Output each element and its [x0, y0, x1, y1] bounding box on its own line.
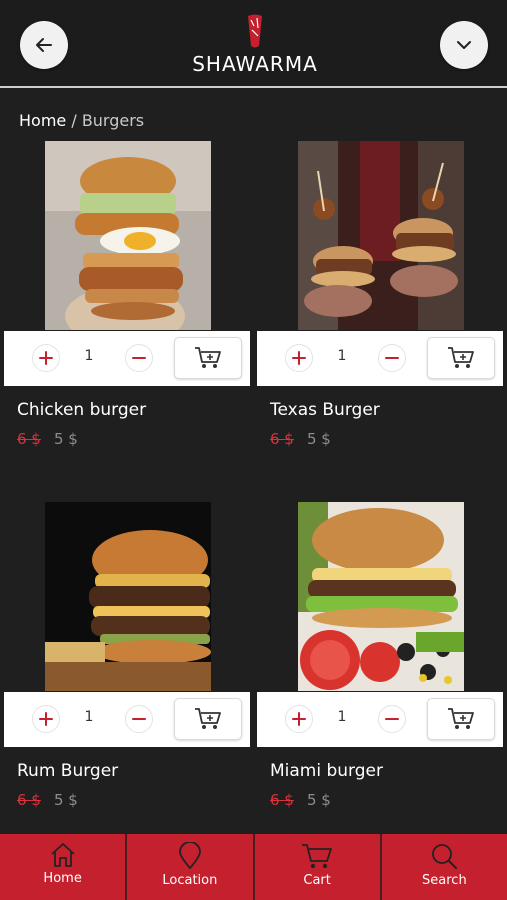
current-price: 5 $ [307, 791, 331, 809]
breadcrumb-separator: / [66, 111, 82, 130]
brand-logo: SHAWARMA [190, 14, 320, 76]
nav-item-location[interactable]: Location [127, 834, 255, 900]
quantity-value: 1 [337, 348, 347, 364]
decrease-quantity-button[interactable] [125, 344, 153, 372]
add-to-cart-button[interactable] [427, 698, 495, 740]
product-name: Texas Burger [270, 400, 380, 420]
product-name: Chicken burger [17, 400, 147, 420]
increase-quantity-button[interactable] [32, 344, 60, 372]
old-price: 6 $ [270, 791, 294, 809]
add-to-cart-button[interactable] [174, 337, 242, 379]
cart-add-icon [195, 347, 221, 368]
minus-icon [385, 357, 399, 359]
cart-add-icon [448, 708, 474, 729]
current-price: 5 $ [54, 791, 78, 809]
brand-name: SHAWARMA [192, 52, 318, 76]
minus-icon [132, 718, 146, 720]
plus-icon [292, 712, 306, 726]
current-price: 5 $ [307, 430, 331, 448]
minus-icon [132, 357, 146, 359]
plus-icon [39, 712, 53, 726]
back-button[interactable] [20, 21, 68, 69]
increase-quantity-button[interactable] [32, 705, 60, 733]
quantity-value: 1 [337, 709, 347, 725]
product-actions: 1 [4, 692, 250, 747]
product-image-rum-burger[interactable] [45, 502, 211, 691]
quantity-value: 1 [84, 709, 94, 725]
quantity-value: 1 [84, 348, 94, 364]
nav-item-cart[interactable]: Cart [255, 834, 382, 900]
location-pin-icon [178, 842, 201, 870]
home-icon [51, 843, 75, 867]
product-name: Miami burger [270, 761, 383, 781]
nav-label-cart: Cart [303, 873, 331, 888]
search-icon [432, 844, 458, 869]
bottom-navigation: Home Location Cart Search [0, 834, 507, 900]
breadcrumb-current: Burgers [81, 111, 145, 130]
decrease-quantity-button[interactable] [125, 705, 153, 733]
breadcrumb: Home / Burgers [19, 111, 144, 130]
old-price: 6 $ [17, 791, 41, 809]
decrease-quantity-button[interactable] [378, 705, 406, 733]
nav-label-home: Home [43, 871, 82, 886]
product-image-texas-burger[interactable] [298, 141, 464, 330]
arrow-left-icon [36, 38, 52, 52]
product-image-chicken-burger[interactable] [45, 141, 211, 330]
app-header: SHAWARMA [0, 0, 507, 88]
add-to-cart-button[interactable] [174, 698, 242, 740]
plus-icon [292, 351, 306, 365]
add-to-cart-button[interactable] [427, 337, 495, 379]
increase-quantity-button[interactable] [285, 705, 313, 733]
chevron-down-icon [457, 41, 471, 49]
old-price: 6 $ [17, 430, 41, 448]
shawarma-logo-icon [248, 14, 262, 48]
nav-item-home[interactable]: Home [0, 834, 128, 900]
increase-quantity-button[interactable] [285, 344, 313, 372]
cart-icon [302, 844, 333, 869]
minus-icon [385, 718, 399, 720]
nav-item-search[interactable]: Search [382, 834, 507, 900]
plus-icon [39, 351, 53, 365]
product-actions: 1 [257, 692, 503, 747]
breadcrumb-home-link[interactable]: Home [19, 111, 66, 130]
nav-label-search: Search [422, 873, 467, 888]
product-actions: 1 [257, 331, 503, 386]
product-actions: 1 [4, 331, 250, 386]
decrease-quantity-button[interactable] [378, 344, 406, 372]
current-price: 5 $ [54, 430, 78, 448]
product-image-miami-burger[interactable] [298, 502, 464, 691]
dropdown-button[interactable] [440, 21, 488, 69]
nav-label-location: Location [162, 873, 218, 888]
product-name: Rum Burger [17, 761, 119, 781]
old-price: 6 $ [270, 430, 294, 448]
cart-add-icon [448, 347, 474, 368]
cart-add-icon [195, 708, 221, 729]
